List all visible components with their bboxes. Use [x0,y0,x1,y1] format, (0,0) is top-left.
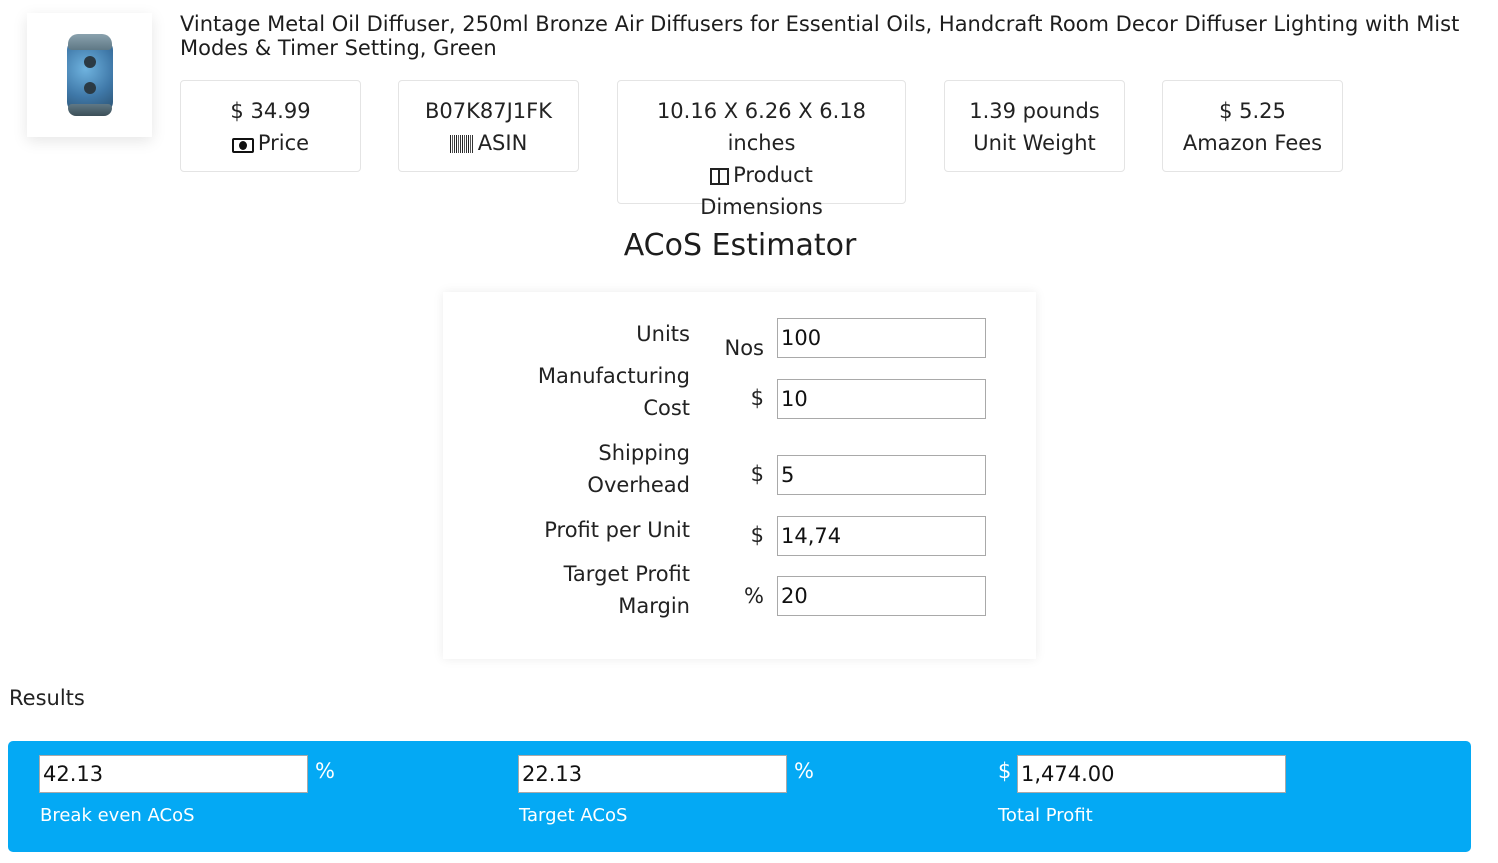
price-label: Price [257,131,310,155]
total-profit-input[interactable] [1017,755,1286,793]
estimator-title: ACoS Estimator [623,228,857,263]
break-even-acos-caption: Break even ACoS [40,805,195,826]
profit-per-unit-input[interactable] [777,516,986,556]
results-panel: % Break even ACoS % Target ACoS $ Total … [8,741,1471,852]
shipping-overhead-label: Shipping Overhead [587,441,690,497]
fees-value: $ 5.25 [1219,99,1286,123]
fees-label: Amazon Fees [1182,131,1323,155]
profit-per-unit-unit: $ [750,523,764,547]
results-heading: Results [9,686,85,710]
target-profit-margin-input[interactable] [777,576,986,616]
units-label: Units [636,322,690,346]
target-acos-suffix: % [794,759,814,783]
manufacturing-cost-label: Manufacturing Cost [537,364,690,420]
target-acos-caption: Target ACoS [519,805,628,826]
weight-value: 1.39 pounds [969,99,1100,123]
shipping-overhead-unit: $ [750,462,764,486]
barcode-icon [449,135,474,153]
stat-card-weight: 1.39 pounds Unit Weight [944,80,1125,172]
dimensions-value: 10.16 X 6.26 X 6.18 inches [656,99,867,155]
weight-label: Unit Weight [973,131,1096,155]
product-title: Vintage Metal Oil Diffuser, 250ml Bronze… [180,12,1460,60]
manufacturing-cost-unit: $ [750,386,764,410]
target-profit-margin-label: Target Profit Margin [563,562,690,618]
profit-per-unit-label: Profit per Unit [544,518,690,542]
total-profit-caption: Total Profit [998,805,1093,826]
stat-card-dimensions: 10.16 X 6.26 X 6.18 inches Product Dimen… [617,80,906,219]
columns-icon [710,168,730,185]
money-icon [231,138,254,153]
manufacturing-cost-input[interactable] [777,379,986,419]
stat-card-price: $ 34.99 Price [180,80,361,172]
price-value: $ 34.99 [230,99,311,123]
target-acos-input[interactable] [518,755,787,793]
stat-card-asin: B07K87J1FK ASIN [398,80,579,172]
diffuser-image [66,34,113,116]
break-even-acos-input[interactable] [39,755,308,793]
product-image [27,13,152,137]
target-profit-margin-unit: % [744,584,764,608]
units-unit: Nos [724,336,765,360]
stat-card-fees: $ 5.25 Amazon Fees [1162,80,1343,172]
break-even-acos-suffix: % [315,759,335,783]
total-profit-prefix: $ [998,759,1012,783]
asin-value: B07K87J1FK [424,99,553,123]
shipping-overhead-input[interactable] [777,455,986,495]
units-input[interactable] [777,318,986,358]
asin-label: ASIN [477,131,528,155]
estimator-form: Units Nos Manufacturing Cost $ Shipping … [443,292,1036,659]
